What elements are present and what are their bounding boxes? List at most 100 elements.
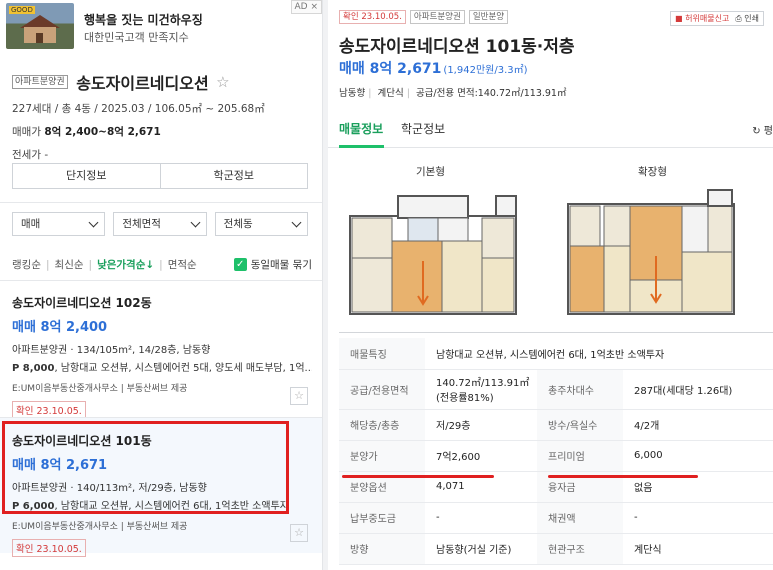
listing-price: 매매 8억 2,671 <box>12 458 108 473</box>
listing-item[interactable]: 송도자이르네디오션 102동 매매 8억 2,400 아파트분양권 · 134/… <box>0 294 322 419</box>
info-value: 140.72㎡/113.91㎡(전용률81%) <box>425 369 537 410</box>
school-info-button[interactable]: 학군정보 <box>161 164 308 188</box>
annotation-underline-sale-price <box>342 475 494 478</box>
info-value: 계단식 <box>623 533 773 565</box>
info-value: - <box>425 502 537 534</box>
building-value: 전체동 <box>223 218 253 230</box>
chevron-down-icon <box>291 217 302 228</box>
divider <box>0 202 322 203</box>
listing-title[interactable]: 송도자이르네디오션 102동 <box>12 294 322 311</box>
area-value: 전체면적 <box>122 218 161 230</box>
info-key-sale-price: 분양가 <box>339 440 425 472</box>
info-value-premium: 6,000 <box>623 440 773 472</box>
floorplan-basic-label: 기본형 <box>416 166 445 178</box>
ad-thumbnail-badge: GOOD <box>9 6 35 14</box>
info-value: - <box>623 502 773 534</box>
ad-subtitle: 대한민국고객 만족지수 <box>84 31 189 44</box>
area-select[interactable]: 전체면적 <box>113 212 207 236</box>
sort-latest[interactable]: 최신순 <box>55 257 84 272</box>
favorite-star-icon[interactable]: ☆ <box>216 73 229 91</box>
info-value: 저/29층 <box>425 409 537 441</box>
listing-features: P 8,000, 남항대교 오션뷰, 시스템에어컨 5대, 양도세 매도부담, … <box>12 359 312 374</box>
print-button[interactable]: ⎙ 인쇄 <box>735 13 759 24</box>
info-direction: 남동향 <box>339 88 366 99</box>
floorplan-extended-image[interactable] <box>566 186 736 318</box>
listing-info-table: 매물특징 남항대교 오션뷰, 시스템에어컨 6대, 1억초반 소액투자 공급/전… <box>339 338 773 565</box>
ad-title[interactable]: 행복을 짓는 미건하우징 <box>84 11 203 28</box>
complex-sale-range: 매매가 8억 2,400~8억 2,671 <box>12 124 312 139</box>
type-tag: 아파트분양권 <box>409 10 465 24</box>
sort-area[interactable]: 면적순 <box>168 257 197 272</box>
listing-features-text: , 남항대교 오션뷰, 시스템에어컨 6대, 1억초반 소액투자 <box>54 501 289 512</box>
listing-features: P 6,000, 남항대교 오션뷰, 시스템에어컨 6대, 1억초반 소액투자 <box>12 497 312 512</box>
info-row: 분양가 7억2,600 프리미엄 6,000 <box>339 440 773 472</box>
favorite-star-icon[interactable]: ☆ <box>290 524 308 542</box>
confirm-tag: 확인 23.10.05. <box>339 10 406 24</box>
info-row: 납부중도금 - 채권액 - <box>339 502 773 534</box>
info-key: 공급/전용면적 <box>339 369 425 410</box>
sale-range-value: 8억 2,400~8억 2,671 <box>44 126 161 138</box>
floorplan-basic-image[interactable] <box>348 186 518 318</box>
divider <box>0 280 322 281</box>
floorplan-extended-label: 확장형 <box>638 166 667 178</box>
building-select[interactable]: 전체동 <box>214 212 308 236</box>
info-key: 해당층/총층 <box>339 409 425 441</box>
divider <box>339 332 773 333</box>
info-area: 공급/전용 면적:140.72㎡/113.91㎡ <box>415 88 567 99</box>
listing-title[interactable]: 송도자이르네디오션 101동 <box>12 432 322 449</box>
detail-price-per-area: (1,942만원/3.3㎡) <box>443 65 528 76</box>
listing-agent[interactable]: E:UM이음부동산중개사무소 | 부동산써브 제공 <box>12 519 322 532</box>
info-structure: 계단식 <box>377 88 404 99</box>
info-key: 매물특징 <box>339 338 425 370</box>
listing-premium: P 6,000 <box>12 501 55 512</box>
info-value: 남동향(거실 기준) <box>425 533 537 565</box>
info-value: 남항대교 오션뷰, 시스템에어컨 6대, 1억초반 소액투자 <box>425 338 773 370</box>
info-value-sale-price: 7억2,600 <box>425 440 537 472</box>
listing-desc: 아파트분양권 · 140/113m², 저/29층, 남동향 <box>12 483 207 494</box>
listing-panel: GOOD 행복을 짓는 미건하우징 대한민국고객 만족지수 AD × 아파트분양… <box>0 0 322 570</box>
report-button[interactable]: ■ 허위매물신고 <box>675 13 729 24</box>
checkbox-checked-icon[interactable]: ✓ <box>233 258 247 271</box>
sort-bar: 랭킹순 | 최신순 | 낮은가격순↓ | 면적순 ✓ 동일매물 묶기 <box>12 257 312 272</box>
listing-agent[interactable]: E:UM이음부동산중개사무소 | 부동산써브 제공 <box>12 381 322 394</box>
trade-type-value: 매매 <box>21 218 41 230</box>
detail-actions: ■ 허위매물신고 ⎙ 인쇄 <box>670 11 764 26</box>
detail-tabs: 매물정보 학군정보 ↻ 평 <box>328 104 773 148</box>
info-row: 해당층/총층 저/29층 방수/욕실수 4/2개 <box>339 409 773 441</box>
favorite-star-icon[interactable]: ☆ <box>290 387 308 405</box>
info-key: 방수/욕실수 <box>537 409 623 441</box>
listing-price: 매매 8억 2,400 <box>12 320 108 335</box>
ad-close-button[interactable]: AD × <box>290 0 322 14</box>
sort-low-price[interactable]: 낮은가격순↓ <box>97 257 154 272</box>
refresh-button[interactable]: ↻ 평 <box>752 122 773 137</box>
listing-item-selected[interactable]: 송도자이르네디오션 101동 매매 8억 2,671 아파트분양권 · 140/… <box>0 418 322 557</box>
print-label: 인쇄 <box>744 14 759 23</box>
chevron-down-icon <box>190 217 201 228</box>
ad-thumbnail[interactable]: GOOD <box>6 3 74 49</box>
tab-school-info[interactable]: 학군정보 <box>401 120 445 137</box>
tab-listing-info[interactable]: 매물정보 <box>339 120 383 137</box>
listing-confirm-badge: 확인 23.10.05. <box>12 539 86 557</box>
sort-ranking[interactable]: 랭킹순 <box>12 257 41 272</box>
complex-meta: 227세대 / 총 4동 / 2025.03 / 106.05㎡ ~ 205.6… <box>12 103 265 115</box>
detail-price-value: 매매 8억 2,671 <box>339 61 442 77</box>
filter-bar: 매매 전체면적 전체동 <box>12 212 308 236</box>
info-key: 납부중도금 <box>339 502 425 534</box>
complex-type-tag: 아파트분양권 <box>12 75 68 89</box>
active-tab-indicator <box>339 145 384 148</box>
info-row: 공급/전용면적 140.72㎡/113.91㎡(전용률81%) 총주차대수 28… <box>339 369 773 410</box>
sale-type-tag: 일반분양 <box>468 10 509 24</box>
complex-summary: 아파트분양권 송도자이르네디오션 ☆ 227세대 / 총 4동 / 2025.0… <box>12 70 312 162</box>
info-key: 방향 <box>339 533 425 565</box>
ad-banner[interactable]: GOOD 행복을 짓는 미건하우징 대한민국고객 만족지수 AD × <box>0 0 322 56</box>
group-same-listing-label: 동일매물 묶기 <box>250 259 312 271</box>
trade-type-select[interactable]: 매매 <box>12 212 106 236</box>
group-same-listing-toggle[interactable]: ✓ 동일매물 묶기 <box>233 257 312 272</box>
info-key-premium: 프리미엄 <box>537 440 623 472</box>
detail-tags: 확인 23.10.05. 아파트분양권 일반분양 <box>339 10 509 24</box>
detail-price: 매매 8억 2,671 (1,942만원/3.3㎡) <box>339 58 528 78</box>
detail-title: 송도자이르네디오션 101동·저층 <box>339 37 575 57</box>
sale-label: 매매가 <box>12 126 41 138</box>
info-row: 매물특징 남항대교 오션뷰, 시스템에어컨 6대, 1억초반 소액투자 <box>339 338 773 370</box>
complex-info-button[interactable]: 단지정보 <box>13 164 161 188</box>
